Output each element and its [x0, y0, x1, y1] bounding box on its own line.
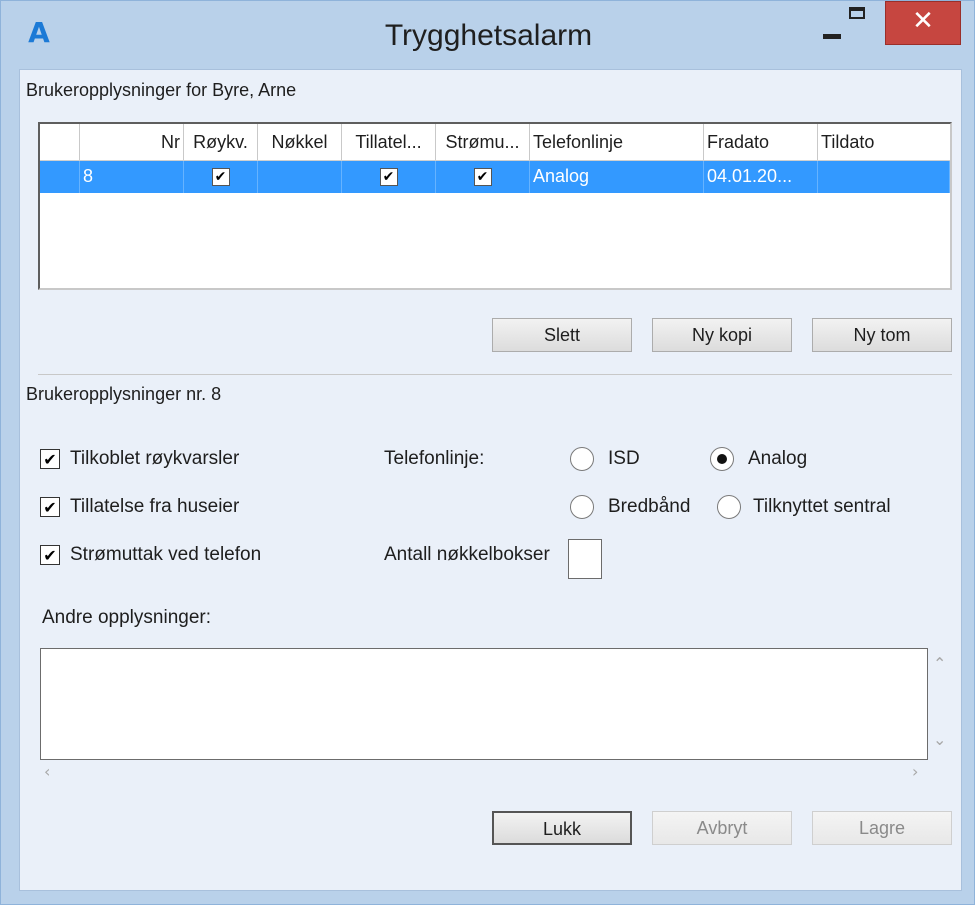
detail-section-title: Brukeropplysninger nr. 8	[26, 384, 222, 404]
scroll-left-icon[interactable]: ‹	[44, 762, 50, 781]
checkbox-label: Tilkoblet røykvarsler	[70, 448, 240, 469]
column-header-nokkel[interactable]: Nøkkel	[258, 124, 342, 160]
check-icon[interactable]: ✔	[40, 497, 60, 517]
radio-isd[interactable]: ISD	[570, 447, 640, 471]
radio-button-selected-icon[interactable]	[710, 447, 734, 471]
radio-button-icon[interactable]	[717, 495, 741, 519]
checkbox-roykv[interactable]: ✔	[211, 168, 230, 187]
column-header-fradato[interactable]: Fradato	[704, 124, 818, 160]
nokkelbokser-label: Antall nøkkelbokser	[384, 544, 550, 565]
checkbox-label: Tillatelse fra huseier	[70, 496, 240, 517]
check-icon[interactable]: ✔	[40, 545, 60, 565]
radio-label: Tilknyttet sentral	[753, 496, 891, 517]
client-area: Brukeropplysninger for Byre, Arne Nr Røy…	[19, 69, 962, 891]
user-section-title: Brukeropplysninger for Byre, Arne	[26, 80, 297, 100]
avbryt-button[interactable]: Avbryt	[652, 811, 792, 845]
checkbox-label: Strømuttak ved telefon	[70, 544, 262, 565]
slett-button[interactable]: Slett	[492, 318, 632, 352]
cell-telefonlinje: Analog	[530, 161, 704, 193]
section-divider	[38, 374, 952, 375]
cell-tillatelse[interactable]: ✔	[342, 161, 436, 193]
andre-opplysninger-label: Andre opplysninger:	[42, 607, 211, 628]
table-row[interactable]: 8 ✔ ✔ ✔ Analog 04.01.20...	[40, 161, 950, 193]
scroll-up-icon[interactable]: ⌃	[933, 654, 946, 673]
scroll-right-icon[interactable]: ›	[912, 762, 918, 781]
checkbox-stromuttak[interactable]: ✔	[473, 168, 492, 187]
row-selector[interactable]	[40, 161, 80, 193]
maximize-icon	[849, 7, 865, 19]
radio-analog[interactable]: Analog	[710, 447, 807, 471]
radio-label: Bredbånd	[608, 496, 691, 517]
column-header-roykv[interactable]: Røykv.	[184, 124, 258, 160]
lukk-button[interactable]: Lukk	[492, 811, 632, 845]
ny-tom-button[interactable]: Ny tom	[812, 318, 952, 352]
trygghetsalarm-window: A Trygghetsalarm ✕ Brukeropplysninger fo…	[0, 0, 975, 905]
column-header-stromuttak[interactable]: Strømu...	[436, 124, 530, 160]
cell-nr: 8	[80, 161, 184, 193]
horizontal-scrollbar[interactable]: ‹ ›	[40, 760, 928, 784]
row-selector-header	[40, 124, 80, 160]
radio-button-icon[interactable]	[570, 495, 594, 519]
column-header-tildato[interactable]: Tildato	[818, 124, 950, 160]
lagre-button[interactable]: Lagre	[812, 811, 952, 845]
radio-tilknyttet-sentral[interactable]: Tilknyttet sentral	[717, 495, 891, 519]
column-header-telefonlinje[interactable]: Telefonlinje	[530, 124, 704, 160]
cell-tildato	[818, 161, 950, 193]
column-header-tillatelse[interactable]: Tillatel...	[342, 124, 436, 160]
cell-roykv[interactable]: ✔	[184, 161, 258, 193]
checkbox-tillatelse[interactable]: ✔	[379, 168, 398, 187]
cell-stromuttak[interactable]: ✔	[436, 161, 530, 193]
close-icon: ✕	[912, 6, 934, 36]
check-icon[interactable]: ✔	[40, 449, 60, 469]
telefonlinje-label: Telefonlinje:	[384, 448, 485, 469]
ny-kopi-button[interactable]: Ny kopi	[652, 318, 792, 352]
maximize-button[interactable]	[825, 1, 889, 45]
radio-bredband[interactable]: Bredbånd	[570, 495, 690, 519]
checkbox-tilkoblet-roykvarsler[interactable]: ✔ Tilkoblet røykvarsler	[40, 448, 239, 470]
radio-label: Analog	[748, 448, 808, 469]
cell-nokkel[interactable]	[258, 161, 342, 193]
radio-label: ISD	[608, 448, 640, 469]
title-bar[interactable]: A Trygghetsalarm ✕	[1, 1, 975, 69]
grid-header: Nr Røykv. Nøkkel Tillatel... Strømu... T…	[40, 124, 950, 161]
checkbox-tillatelse-huseier[interactable]: ✔ Tillatelse fra huseier	[40, 496, 239, 518]
andre-opplysninger-textarea[interactable]	[40, 648, 928, 760]
radio-button-icon[interactable]	[570, 447, 594, 471]
close-button[interactable]: ✕	[885, 1, 961, 45]
scroll-down-icon[interactable]: ⌄	[933, 730, 946, 749]
nokkelbokser-input[interactable]	[568, 539, 602, 579]
column-header-nr[interactable]: Nr	[80, 124, 184, 160]
vertical-scrollbar[interactable]: ⌃ ⌄	[928, 648, 952, 760]
records-grid[interactable]: Nr Røykv. Nøkkel Tillatel... Strømu... T…	[38, 122, 952, 290]
checkbox-stromuttak-telefon[interactable]: ✔ Strømuttak ved telefon	[40, 544, 261, 566]
cell-fradato: 04.01.20...	[704, 161, 818, 193]
